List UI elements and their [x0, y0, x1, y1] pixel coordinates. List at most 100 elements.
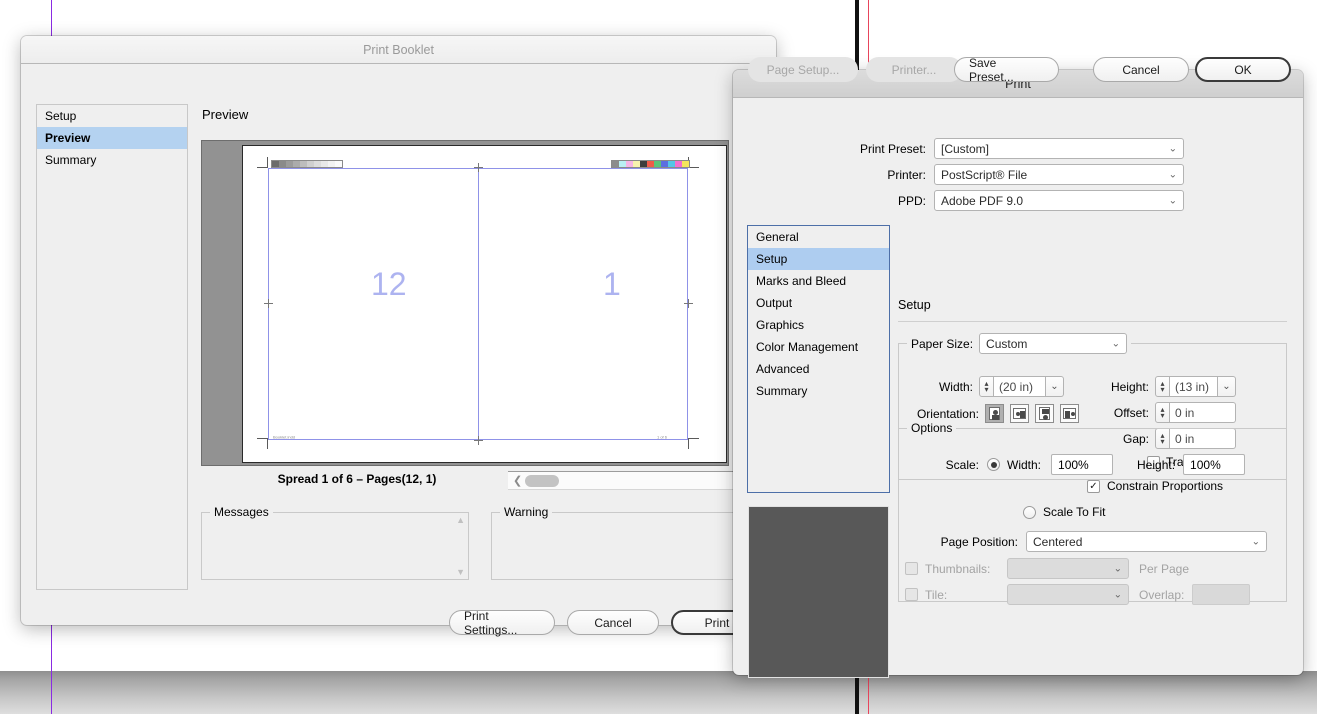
page-position-row: Page Position: Centered ⌄	[905, 531, 1267, 552]
thumbnails-label: Thumbnails:	[925, 561, 991, 576]
print-dialog-footer: Page Setup... Printer... Save Preset... …	[733, 56, 1303, 84]
ppd-combo[interactable]: Adobe PDF 9.0 ⌄	[934, 190, 1184, 211]
chevron-down-icon: ⌄	[1168, 143, 1177, 154]
paper-size-combo[interactable]: Custom ⌄	[979, 333, 1128, 354]
scale-to-fit-label: Scale To Fit	[1043, 505, 1106, 519]
orientation-portrait-button[interactable]	[985, 404, 1004, 423]
page-portrait-icon	[989, 407, 1000, 420]
ok-button[interactable]: OK	[1195, 57, 1291, 82]
printer-row: Printer: PostScript® File ⌄	[793, 164, 1243, 185]
registration-mark-top	[474, 163, 483, 172]
spread-spine-line	[478, 167, 479, 442]
paper-size-legend-row: Paper Size: Custom ⌄	[907, 333, 1132, 354]
tab-summary[interactable]: Summary	[748, 380, 889, 402]
print-dialog-tab-list[interactable]: General Setup Marks and Bleed Output Gra…	[747, 225, 890, 493]
print-preset-combo[interactable]: [Custom] ⌄	[934, 138, 1184, 159]
save-preset-button[interactable]: Save Preset...	[954, 56, 1059, 84]
tab-output[interactable]: Output	[748, 292, 889, 314]
scale-width-label: Width:	[1007, 457, 1042, 472]
tab-general[interactable]: General	[748, 226, 889, 248]
messages-scroll-down-icon[interactable]: ▼	[456, 567, 465, 577]
width-unit-chevron-icon[interactable]: ⌄	[1046, 376, 1064, 397]
chevron-down-icon: ⌄	[1168, 169, 1177, 180]
width-label: Width:	[938, 379, 973, 394]
scale-width-field[interactable]: 100%	[1051, 454, 1114, 475]
pb-nav-item-preview[interactable]: Preview	[37, 127, 187, 149]
orientation-landscape-left-button[interactable]	[1010, 404, 1029, 423]
spinner-arrows-icon[interactable]: ▴ ▾	[1155, 402, 1170, 423]
overlap-label: Overlap:	[1139, 587, 1185, 602]
paper-width-row: Width: ▴ ▾ (20 in) ⌄	[915, 376, 1064, 397]
orientation-landscape-right-button[interactable]	[1060, 404, 1079, 423]
chevron-left-icon[interactable]: ❮	[513, 474, 522, 487]
scrollbar-thumb[interactable]	[525, 474, 560, 487]
height-unit-chevron-icon[interactable]: ⌄	[1218, 376, 1236, 397]
scale-to-fit-row[interactable]: Scale To Fit	[1023, 505, 1105, 519]
constrain-proportions-checkbox[interactable]: ✓	[1087, 479, 1100, 493]
print-booklet-dialog: Print Booklet Setup Preview Summary Prev…	[21, 36, 777, 637]
scale-height-field[interactable]: 100%	[1183, 454, 1246, 475]
orientation-portrait-flipped-button[interactable]	[1035, 404, 1054, 423]
tab-marks-and-bleed[interactable]: Marks and Bleed	[748, 270, 889, 292]
tile-combo: ⌄	[1007, 584, 1129, 605]
thumbnails-row: Thumbnails: ⌄ Per Page	[905, 558, 1189, 579]
tile-checkbox[interactable]	[905, 588, 918, 601]
thumbnails-checkbox[interactable]	[905, 562, 918, 575]
height-spinner[interactable]: ▴ ▾ (13 in) ⌄	[1155, 376, 1236, 397]
height-value[interactable]: (13 in)	[1170, 376, 1218, 397]
printer-combo[interactable]: PostScript® File ⌄	[934, 164, 1184, 185]
chevron-down-icon: ⌄	[1251, 536, 1260, 547]
page-setup-button[interactable]: Page Setup...	[748, 57, 858, 82]
messages-group: Messages ▲ ▼	[201, 505, 469, 580]
document-bottom-band	[0, 671, 1317, 714]
printer-button[interactable]: Printer...	[866, 57, 962, 82]
panel-title-setup: Setup	[898, 298, 931, 312]
tab-setup[interactable]: Setup	[748, 248, 889, 270]
print-preview-thumbnail	[748, 506, 889, 678]
grayscale-calibration-bar	[271, 160, 343, 168]
print-booklet-titlebar: Print Booklet	[21, 36, 776, 64]
spinner-arrows-icon[interactable]: ▴ ▾	[979, 376, 994, 397]
chevron-down-icon: ⌄	[1113, 589, 1122, 600]
scale-width-height-radio[interactable]	[987, 458, 1000, 471]
printer-value: PostScript® File	[941, 167, 1028, 182]
tab-color-management[interactable]: Color Management	[748, 336, 889, 358]
constrain-proportions-row[interactable]: ✓ Constrain Proportions	[1087, 479, 1223, 493]
orientation-button-group[interactable]	[985, 404, 1085, 423]
ppd-value: Adobe PDF 9.0	[941, 193, 1024, 208]
print-cancel-button[interactable]: Cancel	[1093, 57, 1189, 82]
print-booklet-nav-list[interactable]: Setup Preview Summary	[36, 104, 188, 590]
options-group: Options Scale: Width: 100% Height: 100% …	[898, 421, 1287, 605]
pb-nav-item-setup[interactable]: Setup	[37, 105, 187, 127]
page-landscape-left-icon	[1013, 408, 1026, 419]
booklet-preview-canvas: Booklet.indd 1 of 6 12 1	[201, 140, 729, 466]
orientation-label: Orientation:	[916, 406, 979, 421]
preview-page-number-right: 1	[603, 266, 621, 302]
options-legend: Options	[907, 421, 957, 435]
offset-value[interactable]: 0 in	[1170, 402, 1236, 423]
scale-to-fit-radio[interactable]	[1023, 505, 1036, 519]
tab-advanced[interactable]: Advanced	[748, 358, 889, 380]
paper-size-value: Custom	[986, 336, 1028, 351]
width-value[interactable]: (20 in)	[994, 376, 1046, 397]
pb-nav-item-summary[interactable]: Summary	[37, 149, 187, 171]
spinner-arrows-icon[interactable]: ▴ ▾	[1155, 376, 1170, 397]
tab-graphics[interactable]: Graphics	[748, 314, 889, 336]
page-position-value: Centered	[1033, 534, 1083, 549]
height-label: Height:	[1110, 379, 1149, 394]
messages-scroll-up-icon[interactable]: ▲	[456, 515, 465, 525]
offset-spinner[interactable]: ▴ ▾ 0 in	[1155, 402, 1236, 423]
preview-heading: Preview	[202, 107, 249, 122]
color-calibration-bar	[611, 160, 690, 168]
panel-divider	[898, 321, 1287, 322]
width-spinner[interactable]: ▴ ▾ (20 in) ⌄	[979, 376, 1064, 397]
page-position-combo[interactable]: Centered ⌄	[1026, 531, 1267, 552]
preview-spread-scrollbar[interactable]: ❮	[508, 471, 768, 490]
print-settings-button[interactable]: Print Settings...	[449, 609, 555, 637]
registration-mark-bottom	[474, 436, 483, 445]
ppd-row: PPD: Adobe PDF 9.0 ⌄	[793, 190, 1243, 211]
page-portrait-flipped-icon	[1039, 407, 1050, 420]
paper-offset-row: Offset: ▴ ▾ 0 in	[1099, 402, 1236, 423]
scale-row: Scale: Width: 100% Height: 100%	[919, 454, 1246, 475]
booklet-cancel-button[interactable]: Cancel	[567, 610, 659, 635]
